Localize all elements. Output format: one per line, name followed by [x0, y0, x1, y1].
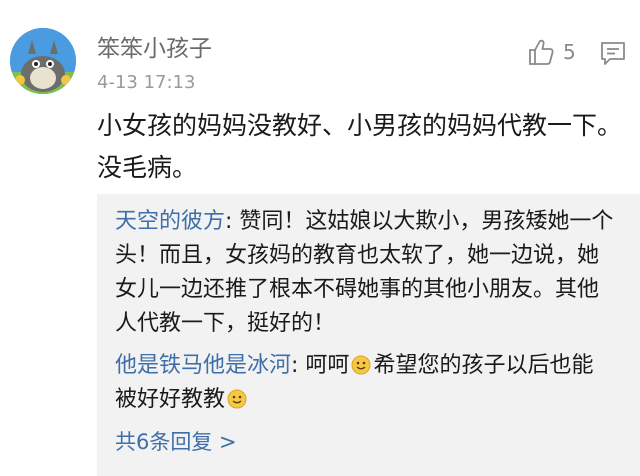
- reply-author[interactable]: 天空的彼方: [115, 209, 225, 234]
- reply-button[interactable]: [600, 40, 626, 66]
- like-button[interactable]: 5: [528, 36, 576, 68]
- thumbs-up-icon: [529, 39, 554, 65]
- comment-body: 小女孩的妈妈没教好、小男孩的妈妈代教一下。没毛病。: [97, 111, 623, 182]
- reply-item: 天空的彼方: 赞同！这姑娘以大欺小，男孩矮她一个头！而且，女孩妈的教育也太软了，…: [115, 205, 615, 341]
- comment-card: 笨笨小孩子 4-13 17:13 5 小女孩的妈妈没教好、小男孩的妈妈代教一下。…: [0, 0, 640, 476]
- avatar[interactable]: [10, 28, 76, 94]
- reply-item: 他是铁马他是冰河: 呵呵 希望您的孩子以后也能被好好教教: [115, 349, 615, 417]
- smiley-emoji-icon: [351, 355, 371, 375]
- like-count: 5: [563, 40, 576, 64]
- replies-panel: 天空的彼方: 赞同！这姑娘以大欺小，男孩矮她一个头！而且，女孩妈的教育也太软了，…: [97, 194, 640, 476]
- view-more-replies-link[interactable]: 共6条回复 >: [115, 428, 237, 456]
- reply-author[interactable]: 他是铁马他是冰河: [115, 353, 291, 378]
- reply-separator: :: [291, 353, 306, 378]
- timestamp: 4-13 17:13: [97, 72, 196, 93]
- reply-text: 呵呵: [305, 353, 350, 378]
- comment-reply-icon: [601, 42, 625, 65]
- reply-separator: :: [225, 209, 240, 234]
- cartoon-avatar-icon: [10, 28, 76, 94]
- smiley-emoji-icon: [227, 389, 247, 409]
- username[interactable]: 笨笨小孩子: [97, 35, 212, 63]
